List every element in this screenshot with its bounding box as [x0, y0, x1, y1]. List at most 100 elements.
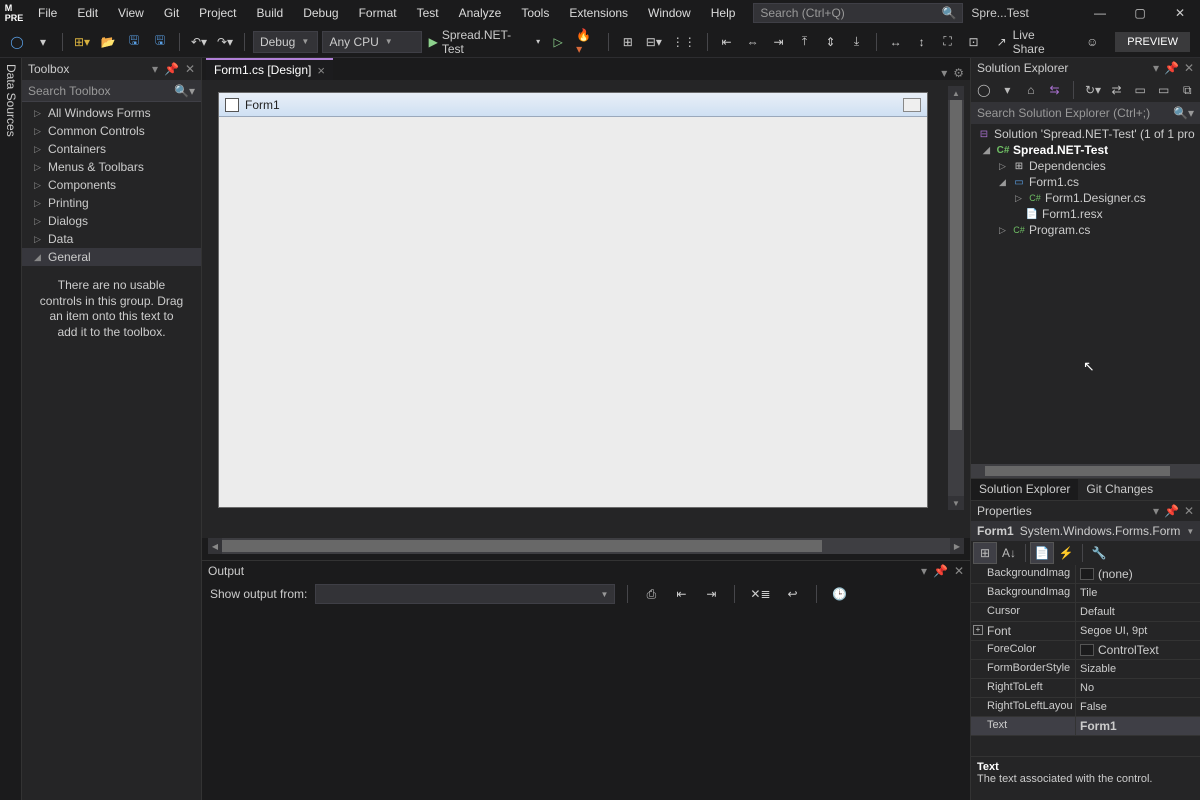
new-project-button[interactable]: ⊞▾: [71, 31, 93, 53]
solution-node[interactable]: ⊟Solution 'Spread.NET-Test' (1 of 1 pro: [971, 126, 1200, 142]
props-properties-icon[interactable]: 📄: [1030, 542, 1054, 564]
menu-debug[interactable]: Debug: [293, 2, 348, 24]
program-node[interactable]: ▷C#Program.cs: [971, 222, 1200, 238]
menu-project[interactable]: Project: [189, 2, 246, 24]
se-hscrollbar[interactable]: [971, 464, 1200, 478]
menu-test[interactable]: Test: [407, 2, 449, 24]
data-sources-tab[interactable]: Data Sources: [0, 58, 22, 800]
se-fwd-icon[interactable]: ▾: [999, 81, 1017, 99]
toolbox-group[interactable]: ▷Menus & Toolbars: [22, 158, 201, 176]
output-prev-icon[interactable]: ⇤: [670, 583, 692, 605]
menu-help[interactable]: Help: [701, 2, 746, 24]
form1-node[interactable]: ◢▭Form1.cs: [971, 174, 1200, 190]
align-center-icon[interactable]: ⇔: [742, 31, 764, 53]
se-tab-git[interactable]: Git Changes: [1078, 479, 1161, 500]
expand-icon[interactable]: +: [973, 625, 983, 635]
se-refresh-icon[interactable]: ↻▾: [1084, 81, 1102, 99]
align-left-icon[interactable]: ⇤: [716, 31, 738, 53]
property-row[interactable]: +FontSegoe UI, 9pt: [971, 622, 1200, 641]
menu-view[interactable]: View: [108, 2, 154, 24]
menu-tools[interactable]: Tools: [511, 2, 559, 24]
close-icon[interactable]: ✕: [954, 564, 964, 578]
save-all-button[interactable]: 🖫: [149, 31, 171, 53]
layout2-icon[interactable]: ⊟▾: [643, 31, 665, 53]
se-search-input[interactable]: Search Solution Explorer (Ctrl+;) 🔍▾: [971, 102, 1200, 124]
toolbox-group[interactable]: ▷Common Controls: [22, 122, 201, 140]
se-home-icon[interactable]: ⌂: [1022, 81, 1040, 99]
align-right-icon[interactable]: ⇥: [768, 31, 790, 53]
layout-icon[interactable]: ⊞: [617, 31, 639, 53]
tab-dropdown-icon[interactable]: ▾: [941, 66, 947, 80]
se-back-icon[interactable]: ◯: [975, 81, 993, 99]
se-switch-icon[interactable]: ⇆: [1046, 81, 1064, 99]
props-dropdown-icon[interactable]: ▾: [1153, 504, 1159, 518]
toolbox-group[interactable]: ▷Dialogs: [22, 212, 201, 230]
maximize-button[interactable]: ▢: [1120, 0, 1160, 26]
toolbox-group-general[interactable]: ◢General: [22, 248, 201, 266]
preview-badge[interactable]: PREVIEW: [1115, 32, 1190, 52]
feedback-icon[interactable]: ☺: [1081, 31, 1103, 53]
align-middle-icon[interactable]: ⇕: [820, 31, 842, 53]
menu-file[interactable]: File: [28, 2, 67, 24]
toolbox-group[interactable]: ▷All Windows Forms: [22, 104, 201, 122]
live-share-button[interactable]: ↗Live Share: [989, 28, 1078, 56]
se-dropdown-icon[interactable]: ▾: [1153, 61, 1159, 75]
toolbox-search-input[interactable]: Search Toolbox 🔍▾: [22, 80, 201, 102]
property-row[interactable]: CursorDefault: [971, 603, 1200, 622]
config-combo[interactable]: Debug▼: [253, 31, 318, 53]
se-showall-icon[interactable]: ▭: [1131, 81, 1149, 99]
start-no-debug-button[interactable]: ▷: [547, 31, 569, 53]
output-find-icon[interactable]: ⎙: [640, 583, 662, 605]
property-row[interactable]: BackgroundImag(none): [971, 565, 1200, 584]
properties-grid[interactable]: BackgroundImag(none) BackgroundImagTile …: [971, 565, 1200, 756]
property-row[interactable]: BackgroundImagTile: [971, 584, 1200, 603]
property-row[interactable]: FormBorderStyleSizable: [971, 660, 1200, 679]
close-button[interactable]: ✕: [1160, 0, 1200, 26]
form1-resx-node[interactable]: 📄Form1.resx: [971, 206, 1200, 222]
global-search-input[interactable]: Search (Ctrl+Q) 🔍: [753, 3, 963, 23]
pin-icon[interactable]: 📌: [1164, 504, 1179, 518]
menu-window[interactable]: Window: [638, 2, 701, 24]
tab-close-icon[interactable]: ×: [317, 63, 325, 78]
output-source-combo[interactable]: ▼: [315, 584, 615, 604]
platform-combo[interactable]: Any CPU▼: [322, 31, 421, 53]
property-row-text[interactable]: TextForm1: [971, 717, 1200, 736]
menu-edit[interactable]: Edit: [67, 2, 108, 24]
close-icon[interactable]: ✕: [1184, 61, 1194, 75]
tab-order-icon[interactable]: ⊡: [963, 31, 985, 53]
menu-build[interactable]: Build: [247, 2, 294, 24]
se-tab-solution[interactable]: Solution Explorer: [971, 479, 1078, 500]
forward-button[interactable]: ▾: [32, 31, 54, 53]
close-icon[interactable]: ✕: [185, 62, 195, 76]
designer-hscrollbar[interactable]: ◀ ▶: [208, 538, 964, 554]
hot-reload-button[interactable]: 🔥▾: [573, 31, 600, 53]
menu-extensions[interactable]: Extensions: [559, 2, 638, 24]
se-collapse-icon[interactable]: ▭: [1155, 81, 1173, 99]
grid-icon[interactable]: ⋮⋮: [669, 31, 699, 53]
toolbox-group[interactable]: ▷Printing: [22, 194, 201, 212]
project-node[interactable]: ◢C#Spread.NET-Test: [971, 142, 1200, 158]
output-body[interactable]: [202, 607, 970, 800]
form1-designer-node[interactable]: ▷C#Form1.Designer.cs: [971, 190, 1200, 206]
toolbox-options-icon[interactable]: ▾: [152, 62, 158, 76]
tab-settings-icon[interactable]: ⚙: [953, 66, 964, 80]
toolbox-group[interactable]: ▷Components: [22, 176, 201, 194]
menu-format[interactable]: Format: [349, 2, 407, 24]
design-form[interactable]: Form1: [218, 92, 928, 508]
dependencies-node[interactable]: ▷⊞Dependencies: [971, 158, 1200, 174]
pin-icon[interactable]: 📌: [164, 62, 179, 76]
start-debug-button[interactable]: ▶Spread.NET-Test ▾: [426, 31, 544, 53]
minimize-button[interactable]: ―: [1080, 0, 1120, 26]
open-button[interactable]: 📂: [97, 31, 119, 53]
close-icon[interactable]: ✕: [1184, 504, 1194, 518]
spacing-v-icon[interactable]: ↕: [911, 31, 933, 53]
output-dropdown-icon[interactable]: ▾: [921, 564, 927, 578]
form-designer[interactable]: Form1 ▲ ▼: [202, 80, 970, 538]
align-bottom-icon[interactable]: ⤓: [846, 31, 868, 53]
property-row[interactable]: ForeColorControlText: [971, 641, 1200, 660]
props-alpha-icon[interactable]: A↓: [997, 542, 1021, 564]
toolbox-group[interactable]: ▷Data: [22, 230, 201, 248]
back-button[interactable]: ◯: [6, 31, 28, 53]
designer-vscrollbar[interactable]: ▲ ▼: [948, 86, 964, 510]
pin-icon[interactable]: 📌: [933, 564, 948, 578]
